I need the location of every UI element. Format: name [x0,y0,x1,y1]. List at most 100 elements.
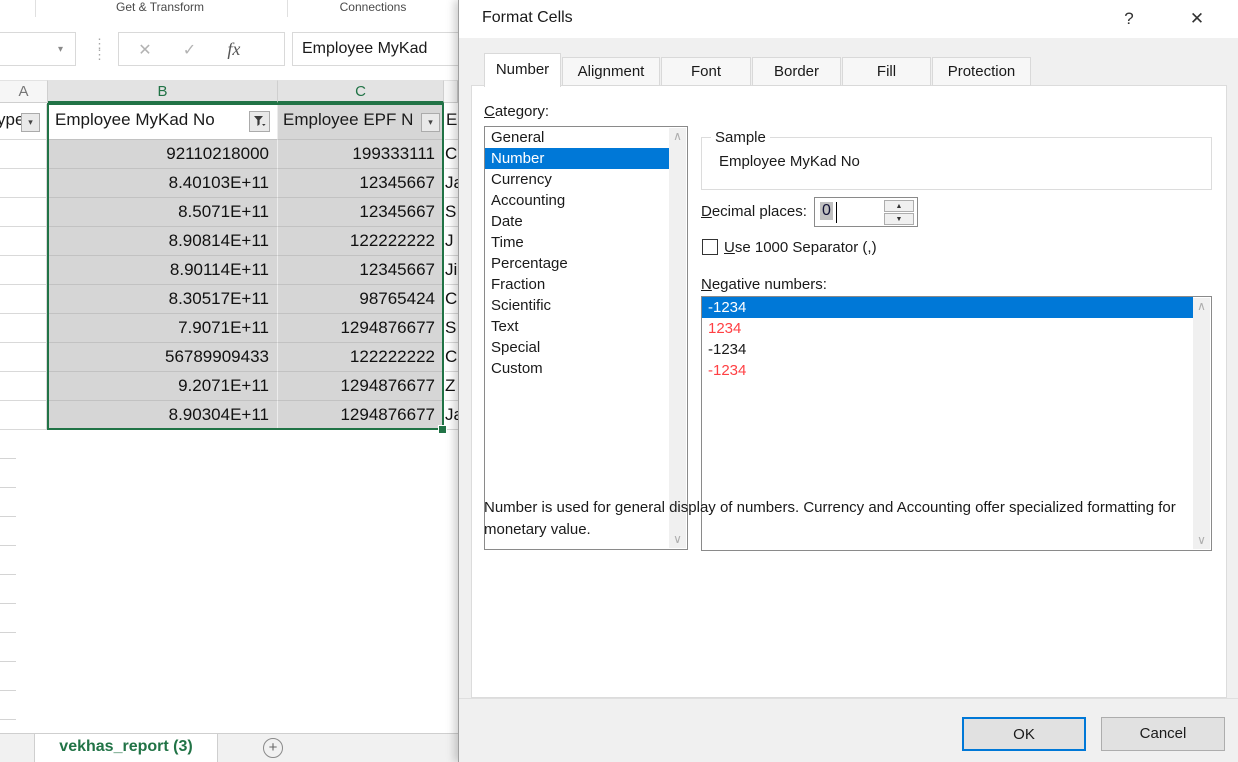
cell[interactable]: 9.2071E+11 [48,372,277,401]
cell[interactable] [0,314,47,343]
cell[interactable]: Ja [445,401,458,430]
list-item[interactable]: -1234 [702,360,1193,381]
cell[interactable]: 122222222 [277,343,443,372]
filter-funnel-icon[interactable] [249,111,270,132]
list-item[interactable]: Scientific [485,295,669,316]
cell[interactable]: 8.30517E+11 [48,285,277,314]
tab-alignment[interactable]: Alignment [562,57,660,86]
list-item[interactable]: Special [485,337,669,358]
ok-button[interactable]: OK [962,717,1086,751]
list-item[interactable]: Accounting [485,190,669,211]
cell[interactable]: 12345667 [277,198,443,227]
cell[interactable]: 98765424 [277,285,443,314]
cell[interactable]: Z [445,372,458,401]
use-1000-separator-checkbox[interactable] [702,239,718,255]
cell[interactable]: 12345667 [277,256,443,285]
column-header-a[interactable]: A [0,80,48,103]
column-header-b[interactable]: B [48,80,278,103]
cell[interactable]: 1294876677 [277,314,443,343]
cell[interactable]: 1294876677 [277,372,443,401]
formula-bar[interactable]: Employee MyKad [292,32,458,66]
cancel-entry-icon[interactable]: ✕ [125,35,165,67]
cell[interactable] [0,343,47,372]
sheet-tab-active[interactable]: vekhas_report (3) [35,734,218,762]
filter-dropdown-icon[interactable]: ▾ [421,113,440,132]
scrollbar[interactable]: ∧ ∨ [669,128,686,548]
cell[interactable]: 122222222 [277,227,443,256]
cell[interactable] [0,227,47,256]
list-item[interactable]: Currency [485,169,669,190]
cell[interactable] [0,198,47,227]
list-item[interactable]: 1234 [702,318,1193,339]
fill-handle[interactable] [439,426,446,433]
cell[interactable]: 199333111 [277,140,443,169]
scroll-up-icon[interactable]: ∧ [1193,298,1210,315]
cell[interactable]: J [445,227,458,256]
cell[interactable]: Ja [445,169,458,198]
tab-fill[interactable]: Fill [842,57,931,86]
help-icon[interactable]: ? [1116,7,1142,31]
cell[interactable]: 1294876677 [277,401,443,430]
list-item[interactable]: General [485,127,669,148]
column-header-c[interactable]: C [278,80,444,103]
enter-entry-icon[interactable]: ✓ [169,35,209,67]
list-item-selected[interactable]: Number [485,148,669,169]
sheet-tab-scroll-area[interactable] [0,734,35,762]
cell[interactable]: 56789909433 [48,343,277,372]
list-item[interactable]: Text [485,316,669,337]
list-item[interactable]: Fraction [485,274,669,295]
name-box[interactable]: ▾ [0,32,76,66]
dialog-footer: OK Cancel [459,698,1238,762]
spin-up-icon[interactable]: ▲ [884,200,914,212]
close-icon[interactable]: ✕ [1184,7,1210,31]
cell-b1-active[interactable]: Employee MyKad No [48,104,277,140]
insert-function-icon[interactable]: fx [214,33,254,65]
cell[interactable]: Ji [445,256,458,285]
cell-d1[interactable]: E [445,104,458,140]
cell[interactable]: 8.90304E+11 [48,401,277,430]
list-item-selected[interactable]: -1234 [702,297,1193,318]
cancel-button[interactable]: Cancel [1101,717,1225,751]
formula-bar-drag-handle[interactable]: ⋮ ⋮ [93,37,106,61]
cell-c1[interactable]: Employee EPF N ▾ [277,104,443,140]
cell[interactable] [0,372,47,401]
category-listbox[interactable]: General Number Currency Accounting Date … [484,126,688,550]
tab-font[interactable]: Font [661,57,751,86]
header-row: ype ▾ Employee MyKad No Employee EPF N ▾… [0,104,458,140]
cell[interactable]: S [445,198,458,227]
tab-number[interactable]: Number [484,53,561,87]
cell[interactable]: 8.40103E+11 [48,169,277,198]
cell[interactable]: 12345667 [277,169,443,198]
cell-a1[interactable]: ype ▾ [0,104,47,140]
tab-border[interactable]: Border [752,57,841,86]
cell[interactable]: C [445,140,458,169]
tab-protection[interactable]: Protection [932,57,1031,86]
sample-label: Sample [711,129,770,146]
cell[interactable]: 8.90114E+11 [48,256,277,285]
ribbon-group-get-transform: Get & Transform [115,0,205,14]
cell[interactable]: S [445,314,458,343]
cell[interactable]: C [445,285,458,314]
spin-down-icon[interactable]: ▼ [884,213,914,225]
cell[interactable]: C [445,343,458,372]
cell[interactable]: 8.5071E+11 [48,198,277,227]
cell[interactable]: 8.90814E+11 [48,227,277,256]
scroll-up-icon[interactable]: ∧ [669,128,686,145]
filter-dropdown-icon[interactable]: ▾ [21,113,40,132]
column-header-d[interactable] [444,80,458,103]
cell[interactable] [0,285,47,314]
list-item[interactable]: Custom [485,358,669,379]
list-item[interactable]: Time [485,232,669,253]
cell[interactable]: 7.9071E+11 [48,314,277,343]
list-item[interactable]: Percentage [485,253,669,274]
decimal-places-stepper[interactable]: 0 ▲ ▼ [814,197,918,227]
name-box-dropdown-icon[interactable]: ▾ [58,33,63,67]
cell[interactable] [0,256,47,285]
new-sheet-icon[interactable]: + [263,738,283,758]
cell[interactable] [0,140,47,169]
list-item[interactable]: Date [485,211,669,232]
cell[interactable]: 92110218000 [48,140,277,169]
cell[interactable] [0,401,47,430]
cell[interactable] [0,169,47,198]
list-item[interactable]: -1234 [702,339,1193,360]
